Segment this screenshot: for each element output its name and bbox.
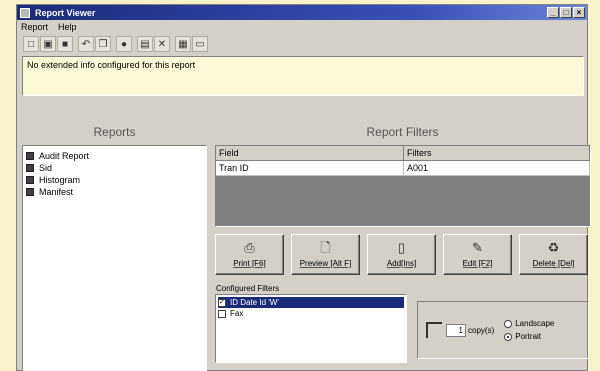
list-item[interactable]: Audit Report (26, 150, 203, 161)
print-icon[interactable]: ▤ (137, 36, 153, 52)
edit-icon: ✎ (472, 240, 483, 255)
report-icon (26, 163, 34, 172)
window-title: Report Viewer (35, 7, 96, 18)
delete-button[interactable]: ♻ Delete [Del] (519, 234, 588, 275)
preview-button[interactable]: 🗋 Preview [Alt F] (291, 234, 360, 275)
landscape-radio[interactable]: Landscape (504, 319, 554, 328)
toolbar: □ ▣ ■ ↶ ❐ ● ▤ ✕ ▦ ▭ (23, 35, 209, 53)
configured-filters-label: Configured Filters (216, 284, 280, 293)
menu-report[interactable]: Report (21, 22, 48, 32)
report-filters-header: Report Filters (366, 125, 439, 139)
delete-icon[interactable]: ✕ (154, 36, 170, 52)
close-button[interactable]: × (573, 7, 585, 18)
list-item[interactable]: Sid (26, 162, 203, 173)
reports-list[interactable]: Audit Report Sid Histogram Manifest (22, 145, 207, 371)
edit-button[interactable]: ✎ Edit [F2] (443, 234, 512, 275)
save-icon[interactable]: ■ (57, 36, 73, 52)
cell-field[interactable]: Tran ID (216, 161, 404, 176)
list-item[interactable]: ✓ ID Date Id 'W' (218, 297, 404, 308)
report-viewer-window: Report Viewer _ □ × Report Help □ ▣ ■ ↶ … (16, 4, 591, 371)
copy-icon[interactable]: ❐ (95, 36, 111, 52)
maximize-button[interactable]: □ (560, 7, 572, 18)
window-controls: _ □ × (547, 7, 585, 18)
orientation-group: Landscape Portrait (504, 319, 554, 341)
checkbox[interactable] (218, 309, 226, 318)
filters-grid[interactable]: Field Filters Tran ID A001 (215, 145, 591, 227)
copies-input[interactable]: 1 (446, 323, 466, 337)
radio-button[interactable] (504, 319, 513, 328)
list-item[interactable]: Manifest (26, 186, 203, 197)
add-button[interactable]: ▯ Add[Ins] (367, 234, 436, 275)
undo-icon[interactable]: ↶ (78, 36, 94, 52)
table-row[interactable]: Tran ID A001 (216, 161, 590, 176)
title-bar[interactable]: Report Viewer _ □ × (17, 5, 587, 20)
preview-icon: 🗋 (320, 240, 331, 255)
minimize-button[interactable]: _ (547, 7, 559, 18)
menu-help[interactable]: Help (58, 22, 77, 32)
configured-filters-list[interactable]: ✓ ID Date Id 'W' Fax (215, 294, 407, 363)
menu-bar: Report Help (21, 22, 77, 32)
cell-filter[interactable]: A001 (404, 161, 590, 176)
properties-icon[interactable]: ▭ (192, 36, 208, 52)
app-icon (20, 7, 30, 18)
copies-label: copy(s) (468, 325, 495, 335)
reports-header: Reports (93, 125, 136, 139)
open-icon[interactable]: ▣ (40, 36, 56, 52)
column-header-field[interactable]: Field (216, 146, 404, 161)
checkbox[interactable]: ✓ (218, 298, 226, 307)
delete-icon: ♻ (547, 240, 560, 255)
print-icon: ⎙ (244, 240, 255, 255)
grid-header: Field Filters (216, 146, 590, 161)
report-icon (26, 187, 34, 196)
list-item[interactable]: Histogram (26, 174, 203, 185)
list-item[interactable]: Fax (218, 308, 404, 319)
action-buttons: ⎙ Print [F6] 🗋 Preview [Alt F] ▯ Add[Ins… (215, 234, 588, 275)
radio-button[interactable] (504, 332, 513, 341)
new-icon[interactable]: □ (23, 36, 39, 52)
add-icon: ▯ (397, 240, 406, 255)
report-icon (26, 151, 34, 160)
portrait-radio[interactable]: Portrait (504, 332, 554, 341)
copies-icon (426, 322, 442, 338)
print-options-panel: 1 copy(s) Landscape Portrait (417, 301, 589, 359)
column-header-filters[interactable]: Filters (404, 146, 590, 161)
export-icon[interactable]: ▦ (175, 36, 191, 52)
report-icon (26, 175, 34, 184)
extended-info-panel: No extended info configured for this rep… (22, 56, 584, 96)
refresh-icon[interactable]: ● (116, 36, 132, 52)
print-button[interactable]: ⎙ Print [F6] (215, 234, 284, 275)
